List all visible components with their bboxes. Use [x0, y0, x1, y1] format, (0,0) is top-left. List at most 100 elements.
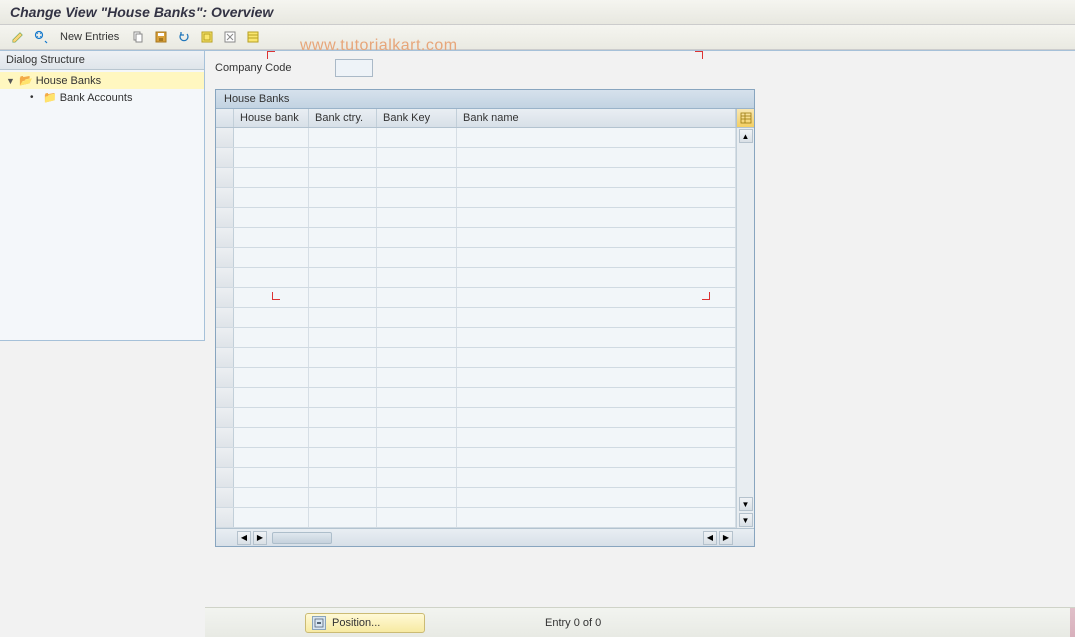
cell-bank-ctry[interactable]	[309, 288, 377, 307]
table-row[interactable]	[216, 368, 754, 388]
scroll-down-icon[interactable]: ▼	[739, 497, 753, 511]
cell-bank-ctry[interactable]	[309, 148, 377, 167]
row-selector[interactable]	[216, 168, 234, 187]
cell-bank-key[interactable]	[377, 468, 457, 487]
scroll-left-icon[interactable]: ◀	[237, 531, 251, 545]
cell-bank-ctry[interactable]	[309, 228, 377, 247]
cell-bank-name[interactable]	[457, 208, 736, 227]
row-selector[interactable]	[216, 328, 234, 347]
row-selector[interactable]	[216, 348, 234, 367]
cell-house-bank[interactable]	[234, 188, 309, 207]
cell-bank-ctry[interactable]	[309, 168, 377, 187]
cell-bank-key[interactable]	[377, 288, 457, 307]
cell-bank-ctry[interactable]	[309, 308, 377, 327]
cell-bank-ctry[interactable]	[309, 488, 377, 507]
table-row[interactable]	[216, 228, 754, 248]
cell-bank-key[interactable]	[377, 368, 457, 387]
col-bank-key[interactable]: Bank Key	[377, 109, 457, 127]
tree-item-bank-accounts[interactable]: • Bank Accounts	[0, 89, 204, 106]
table-row[interactable]	[216, 248, 754, 268]
cell-bank-key[interactable]	[377, 188, 457, 207]
horizontal-scrollbar[interactable]: ◀ ▶ ◀ ▶	[216, 528, 754, 546]
cell-bank-key[interactable]	[377, 388, 457, 407]
cell-bank-ctry[interactable]	[309, 368, 377, 387]
expand-icon[interactable]: ▼	[6, 76, 16, 86]
table-row[interactable]	[216, 388, 754, 408]
cell-house-bank[interactable]	[234, 128, 309, 147]
cell-house-bank[interactable]	[234, 308, 309, 327]
cell-bank-key[interactable]	[377, 508, 457, 527]
cell-bank-key[interactable]	[377, 328, 457, 347]
cell-bank-name[interactable]	[457, 328, 736, 347]
cell-bank-name[interactable]	[457, 368, 736, 387]
scroll-thumb[interactable]	[272, 532, 332, 544]
cell-bank-name[interactable]	[457, 448, 736, 467]
cell-bank-name[interactable]	[457, 408, 736, 427]
cell-house-bank[interactable]	[234, 328, 309, 347]
table-row[interactable]	[216, 328, 754, 348]
cell-bank-name[interactable]	[457, 188, 736, 207]
cell-bank-ctry[interactable]	[309, 328, 377, 347]
cell-bank-ctry[interactable]	[309, 468, 377, 487]
table-row[interactable]	[216, 348, 754, 368]
table-row[interactable]	[216, 448, 754, 468]
cell-house-bank[interactable]	[234, 168, 309, 187]
cell-bank-name[interactable]	[457, 248, 736, 267]
scroll-left2-icon[interactable]: ◀	[703, 531, 717, 545]
cell-bank-ctry[interactable]	[309, 188, 377, 207]
table-row[interactable]	[216, 428, 754, 448]
col-bank-name[interactable]: Bank name	[457, 109, 736, 127]
save-icon[interactable]	[151, 28, 171, 46]
cell-house-bank[interactable]	[234, 408, 309, 427]
cell-bank-key[interactable]	[377, 488, 457, 507]
table-row[interactable]	[216, 308, 754, 328]
cell-house-bank[interactable]	[234, 248, 309, 267]
row-selector[interactable]	[216, 148, 234, 167]
cell-bank-key[interactable]	[377, 308, 457, 327]
row-selector[interactable]	[216, 388, 234, 407]
row-selector[interactable]	[216, 188, 234, 207]
cell-house-bank[interactable]	[234, 488, 309, 507]
cell-house-bank[interactable]	[234, 228, 309, 247]
cell-bank-ctry[interactable]	[309, 128, 377, 147]
scroll-down2-icon[interactable]: ▼	[739, 513, 753, 527]
col-house-bank[interactable]: House bank	[234, 109, 309, 127]
table-row[interactable]	[216, 268, 754, 288]
find-icon[interactable]	[31, 28, 51, 46]
cell-bank-key[interactable]	[377, 228, 457, 247]
cell-bank-key[interactable]	[377, 448, 457, 467]
cell-bank-key[interactable]	[377, 128, 457, 147]
cell-house-bank[interactable]	[234, 508, 309, 527]
cell-bank-key[interactable]	[377, 148, 457, 167]
row-selector[interactable]	[216, 428, 234, 447]
cell-bank-ctry[interactable]	[309, 448, 377, 467]
row-selector[interactable]	[216, 268, 234, 287]
cell-bank-name[interactable]	[457, 228, 736, 247]
cell-house-bank[interactable]	[234, 468, 309, 487]
row-selector[interactable]	[216, 508, 234, 527]
cell-house-bank[interactable]	[234, 428, 309, 447]
cell-house-bank[interactable]	[234, 348, 309, 367]
row-selector[interactable]	[216, 368, 234, 387]
copy-icon[interactable]	[128, 28, 148, 46]
scroll-right2-icon[interactable]: ▶	[719, 531, 733, 545]
cell-bank-name[interactable]	[457, 128, 736, 147]
cell-bank-key[interactable]	[377, 168, 457, 187]
table-row[interactable]	[216, 488, 754, 508]
table-row[interactable]	[216, 188, 754, 208]
table-row[interactable]	[216, 168, 754, 188]
select-all-icon[interactable]	[197, 28, 217, 46]
table-row[interactable]	[216, 208, 754, 228]
cell-bank-key[interactable]	[377, 428, 457, 447]
cell-house-bank[interactable]	[234, 368, 309, 387]
row-selector[interactable]	[216, 288, 234, 307]
deselect-all-icon[interactable]	[220, 28, 240, 46]
company-code-input[interactable]	[335, 59, 373, 77]
select-block-icon[interactable]	[243, 28, 263, 46]
cell-bank-name[interactable]	[457, 428, 736, 447]
cell-bank-name[interactable]	[457, 268, 736, 287]
cell-bank-ctry[interactable]	[309, 508, 377, 527]
row-selector[interactable]	[216, 128, 234, 147]
cell-house-bank[interactable]	[234, 268, 309, 287]
tree-item-house-banks[interactable]: ▼ House Banks	[0, 72, 204, 89]
